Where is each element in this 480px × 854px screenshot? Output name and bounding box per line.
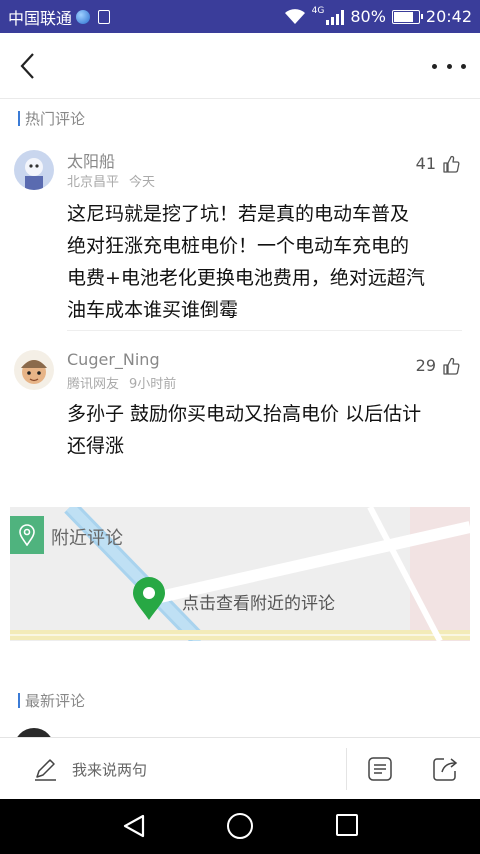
section-accent-bar [18,693,20,708]
comment-time: 9小时前 [129,377,177,392]
like-button[interactable]: 41 [416,154,460,173]
battery-percent: 80% [350,7,386,26]
wifi-icon [284,8,305,24]
nearby-comments-card[interactable]: 附近评论 点击查看附近的评论 [10,507,470,641]
comment-line: 电费+电池老化更换电池费用，绝对远超汽 [67,267,425,289]
like-button[interactable]: 29 [416,356,460,375]
comment-line: 还得涨 [67,435,125,457]
location-pin-icon [19,524,35,546]
status-bar: 中国联通 4G 80% 20:42 [0,0,480,33]
system-nav-bar [0,799,480,854]
pencil-icon [35,759,56,781]
thumbs-up-icon [443,155,460,173]
status-right: 4G 80% 20:42 [284,5,472,26]
comment-location: 腾讯网友 [67,377,120,392]
carrier-group: 中国联通 [8,5,111,29]
bar-divider [346,748,347,790]
comment-meta: 北京昌平 今天 [67,171,155,190]
map-pin-icon [133,577,165,620]
username[interactable]: 太阳船 [67,148,115,172]
section-accent-bar [18,111,20,126]
battery-icon [391,9,423,24]
comment-divider [67,330,462,331]
sim-icon [98,9,111,24]
share-icon[interactable] [432,756,460,782]
avatar[interactable] [14,350,54,390]
like-count: 29 [415,356,436,375]
comment-meta: 腾讯网友 9小时前 [67,373,176,392]
latest-comments-header: 最新评论 [18,690,85,711]
carrier-name: 中国联通 [8,8,73,28]
hot-comments-header: 热门评论 [18,108,85,129]
comment-line: 绝对狂涨充电桩电价！一个电动车充电的 [67,235,410,257]
nearby-comments-cta[interactable]: 点击查看附近的评论 [182,589,335,614]
comment-line: 多孙子 鼓励你买电动又抬高电价 以后估计 [67,403,422,425]
comment-list-icon[interactable] [367,756,393,782]
nav-recents-icon[interactable] [336,814,358,836]
chevron-left-icon[interactable] [14,51,42,81]
comment-line: 油车成本谁买谁倒霉 [67,299,239,321]
top-nav [0,33,480,99]
like-count: 41 [415,154,436,173]
location-tag [10,516,44,554]
comment-location: 北京昌平 [67,175,120,190]
avatar[interactable] [14,150,54,190]
thumbs-up-icon [443,357,460,375]
browser-notification-icon [76,9,91,24]
username[interactable]: Cuger_Ning [67,350,160,369]
clock: 20:42 [425,7,472,26]
nav-back-icon[interactable] [121,813,147,839]
comment-input[interactable]: 我来说两句 [72,759,147,780]
comment-text: 这尼玛就是挖了坑！若是真的电动车普及 绝对狂涨充电桩电价！一个电动车充电的 电费… [67,198,467,326]
comment-text: 多孙子 鼓励你买电动又抬高电价 以后估计 还得涨 [67,398,467,462]
comment-time: 今天 [129,175,156,190]
network-type: 4G [311,5,325,16]
bottom-comment-bar: 我来说两句 [0,737,480,799]
hot-comments-title: 热门评论 [25,110,86,128]
nearby-comments-title: 附近评论 [51,528,123,549]
more-dots-icon[interactable] [432,57,466,75]
latest-comments-title: 最新评论 [25,692,86,710]
comment-line: 这尼玛就是挖了坑！若是真的电动车普及 [67,203,410,225]
signal-icon [326,9,345,25]
nav-home-icon[interactable] [227,813,253,839]
